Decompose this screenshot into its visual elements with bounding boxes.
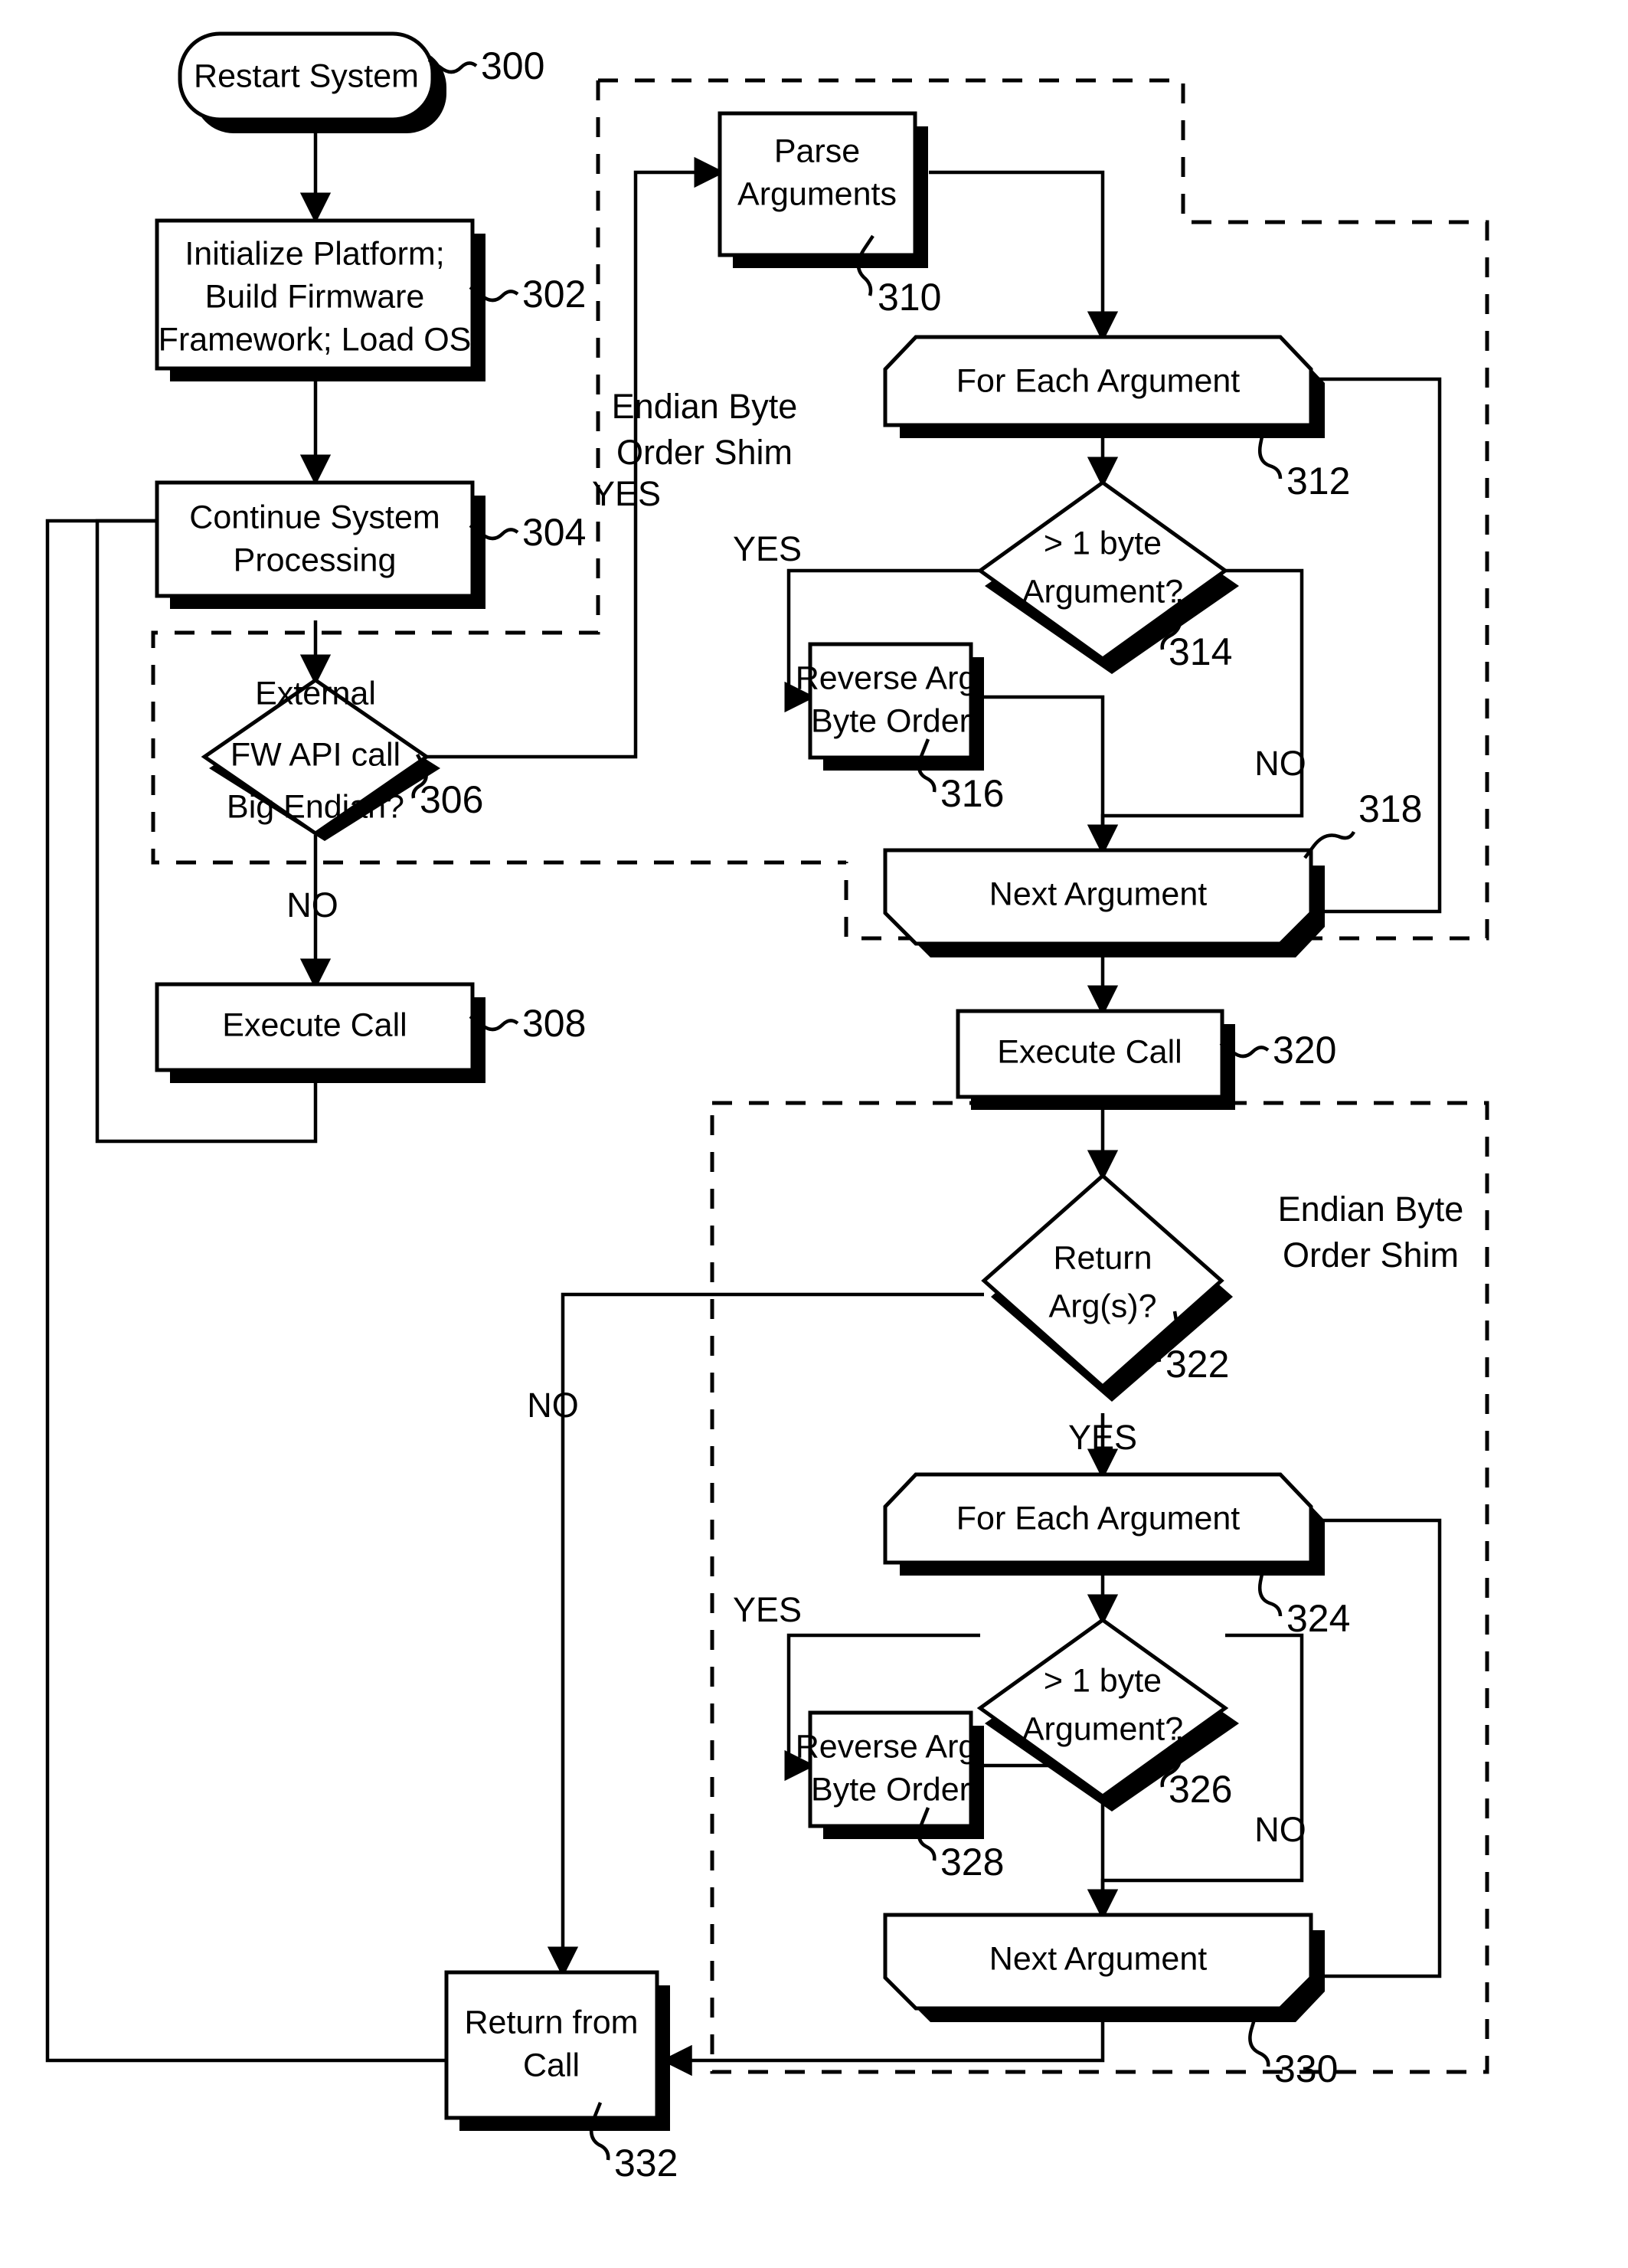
node-external-fw-api-big-endian: External FW API call Big Endian? <box>201 675 440 841</box>
edge-310-312 <box>929 170 1119 342</box>
node-label-302-line3: Framework; Load OS <box>159 321 472 358</box>
ref-number-308: 308 <box>522 1002 586 1045</box>
node-return-from-call-332: Return from Call <box>444 1970 670 2131</box>
ref-number-332: 332 <box>614 2142 678 2185</box>
node-reverse-arg-byte-order-328: Reverse Arg. Byte Order <box>796 1710 986 1839</box>
ref-number-326: 326 <box>1169 1768 1232 1811</box>
edge-label-322-yes: YES <box>1068 1418 1137 1457</box>
node-label-326-line2: Argument? <box>1022 1710 1183 1747</box>
node-label-304-line1: Continue System <box>189 499 440 535</box>
edge-330-to-332 <box>661 2022 1105 2077</box>
edge-label-322-no: NO <box>527 1386 579 1425</box>
shim-label-output-line2: Order Shim <box>1283 1235 1459 1275</box>
edge-330-loop-324 <box>1250 1504 1442 1978</box>
node-next-argument-318: Next Argument <box>883 848 1325 957</box>
node-label-306-line1: External <box>255 675 376 712</box>
shim-label-input-line2: Order Shim <box>616 433 793 472</box>
edge-322-no-to-332 <box>547 1292 984 1978</box>
node-execute-call-308: Execute Call <box>155 982 485 1083</box>
node-label-332-line1: Return from <box>464 2004 638 2041</box>
node-initialize-platform: Initialize Platform; Build Firmware Fram… <box>155 218 485 381</box>
node-label-310-line2: Arguments <box>737 175 897 212</box>
ref-number-330: 330 <box>1274 2047 1338 2090</box>
ref-number-324: 324 <box>1286 1597 1350 1640</box>
node-label-332-line2: Call <box>523 2047 580 2083</box>
edge-label-314-no: NO <box>1254 744 1306 783</box>
node-label-330: Next Argument <box>989 1940 1207 1977</box>
ref-number-302: 302 <box>522 273 586 316</box>
node-restart-system: Restart System <box>178 31 446 133</box>
node-label-320: Execute Call <box>997 1033 1182 1070</box>
edge-label-306-no: NO <box>286 885 338 925</box>
node-for-each-argument-324: For Each Argument <box>883 1472 1325 1576</box>
shim-label-input-line1: Endian Byte <box>612 387 798 426</box>
node-label-306-line3: Big Endian? <box>227 788 404 825</box>
node-label-312: For Each Argument <box>956 362 1241 399</box>
flowchart-canvas: Restart System 300 Initialize Platform; … <box>45 31 1489 2185</box>
edge-label-314-yes: YES <box>733 529 802 568</box>
node-label-318: Next Argument <box>989 875 1207 912</box>
edge-label-306-yes: YES <box>592 474 661 513</box>
node-label-306-line2: FW API call <box>230 736 400 773</box>
node-label-326-line1: > 1 byte <box>1044 1662 1162 1699</box>
ref-number-300: 300 <box>481 44 544 87</box>
flowchart-page: Restart System 300 Initialize Platform; … <box>0 0 1628 2268</box>
edge-label-326-no: NO <box>1254 1810 1306 1849</box>
node-label-328-line2: Byte Order <box>811 1771 970 1808</box>
node-label-328-line1: Reverse Arg. <box>796 1728 986 1765</box>
ref-number-314: 314 <box>1169 630 1232 673</box>
edge-label-326-yes: YES <box>733 1590 802 1629</box>
node-label-314-line2: Argument? <box>1022 573 1183 610</box>
leader-330 <box>1248 2014 1270 2067</box>
node-parse-arguments: Parse Arguments <box>718 111 928 268</box>
ref-number-318: 318 <box>1358 787 1422 830</box>
node-reverse-arg-byte-order-316: Reverse Arg. Byte Order <box>796 642 986 771</box>
ref-number-328: 328 <box>940 1841 1004 1883</box>
shim-label-output-line1: Endian Byte <box>1278 1190 1464 1229</box>
node-label-322-line1: Return <box>1053 1239 1152 1276</box>
node-label-316-line2: Byte Order <box>811 702 970 739</box>
node-label-304-line2: Processing <box>234 542 397 578</box>
ref-number-312: 312 <box>1286 460 1350 502</box>
node-next-argument-330: Next Argument <box>883 1913 1325 2022</box>
node-execute-call-320: Execute Call <box>956 1009 1235 1110</box>
node-continue-system-processing: Continue System Processing <box>155 480 485 609</box>
node-label-322-line2: Arg(s)? <box>1049 1288 1157 1324</box>
node-label-324: For Each Argument <box>956 1500 1241 1537</box>
node-label-308: Execute Call <box>222 1006 407 1043</box>
node-label-310-line1: Parse <box>774 133 860 169</box>
node-label-302-line2: Build Firmware <box>205 278 425 315</box>
node-for-each-argument-312: For Each Argument <box>883 335 1325 438</box>
ref-number-310: 310 <box>878 276 941 319</box>
node-label-316-line1: Reverse Arg. <box>796 659 986 696</box>
node-label-314-line1: > 1 byte <box>1044 525 1162 561</box>
ref-number-304: 304 <box>522 511 586 554</box>
ref-number-322: 322 <box>1165 1343 1229 1386</box>
node-label-300: Restart System <box>194 57 419 94</box>
node-label-302-line1: Initialize Platform; <box>185 235 444 272</box>
ref-number-306: 306 <box>420 778 483 821</box>
ref-number-316: 316 <box>940 772 1004 815</box>
ref-number-320: 320 <box>1273 1029 1336 1072</box>
